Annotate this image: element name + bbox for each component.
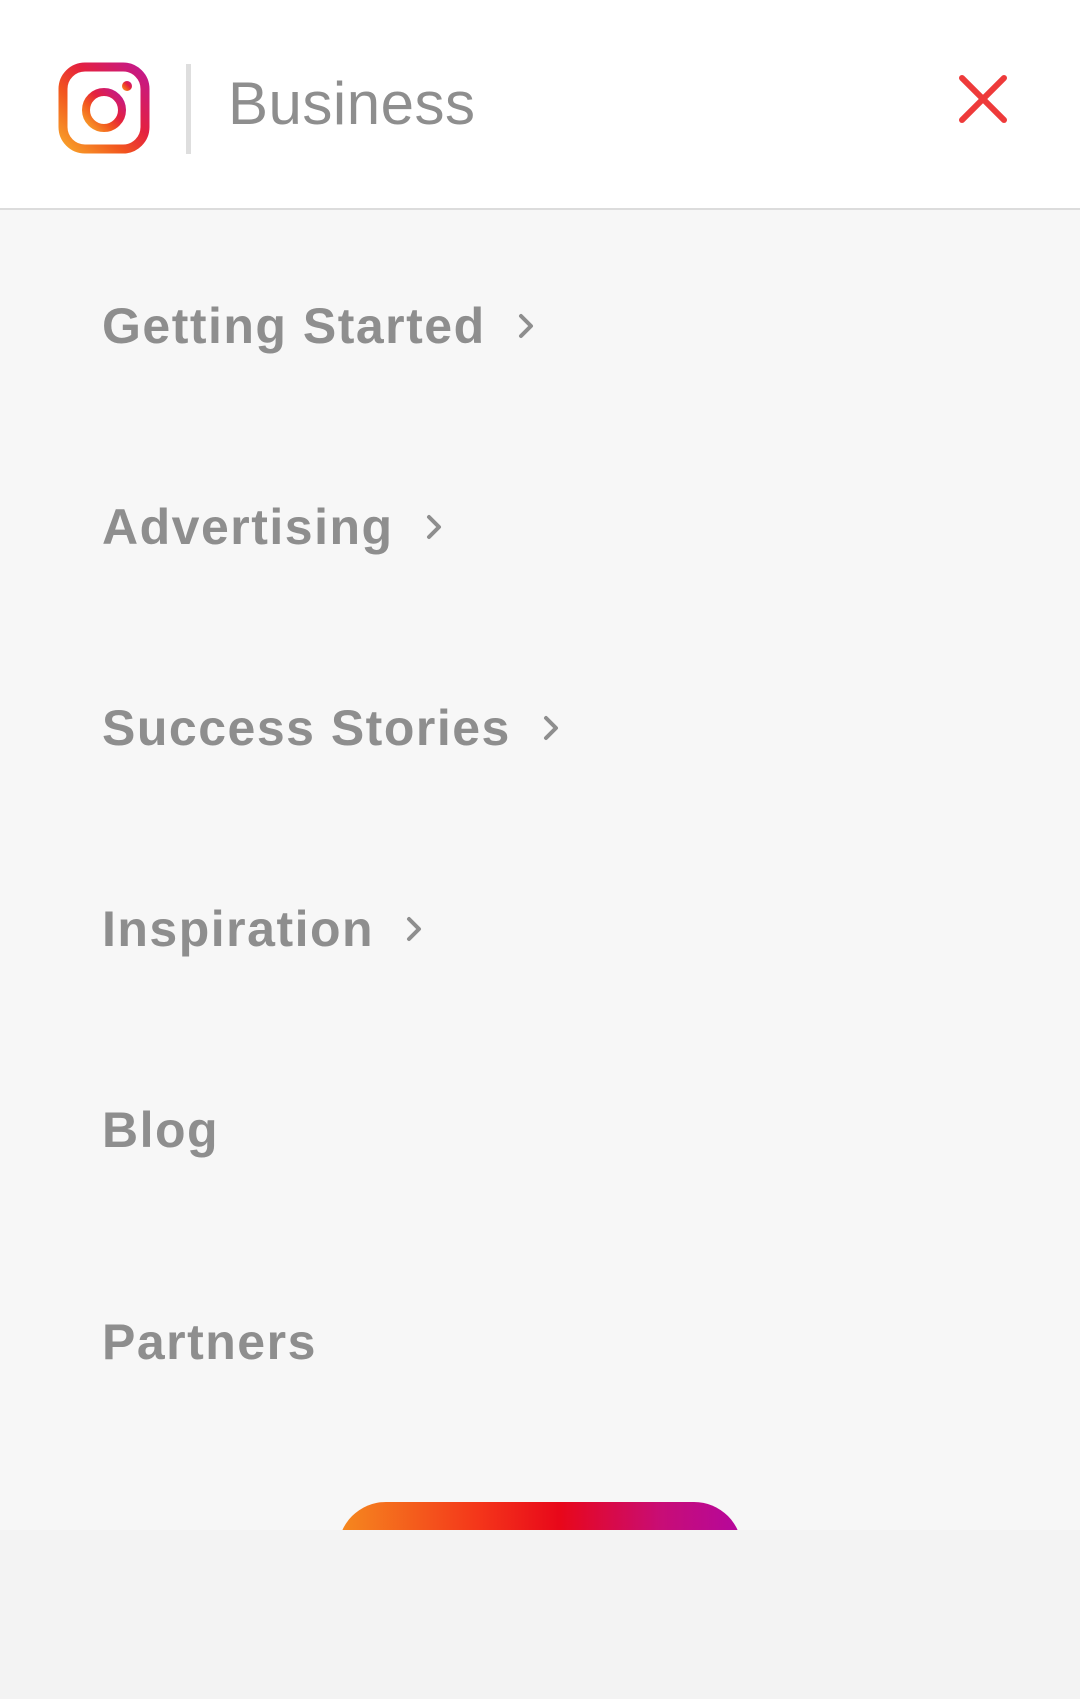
mobile-menu-page: Business Getting Started Advertising Suc… [0,0,1080,1699]
menu-item-getting-started[interactable]: Getting Started [102,286,538,366]
menu-item-partners[interactable]: Partners [102,1302,317,1382]
instagram-logo-icon[interactable] [58,62,150,154]
menu-item-label: Getting Started [102,298,486,354]
chevron-right-icon [543,716,558,740]
header-divider [186,64,191,154]
menu-item-success-stories[interactable]: Success Stories [102,688,563,768]
close-icon[interactable] [950,66,1016,132]
brand-label[interactable]: Business [228,66,475,142]
chevron-right-icon [426,515,441,539]
header-bar: Business [0,0,1080,210]
menu-item-label: Partners [102,1314,317,1370]
menu-item-advertising[interactable]: Advertising [102,487,446,567]
menu-item-label: Inspiration [102,901,375,957]
chevron-right-icon [518,314,533,338]
menu-item-blog[interactable]: Blog [102,1090,219,1170]
menu-item-label: Success Stories [102,700,511,756]
chevron-right-icon [407,917,422,941]
menu-item-label: Advertising [102,499,394,555]
menu-item-label: Blog [102,1102,220,1158]
bottom-bar [0,1530,1080,1699]
menu-item-inspiration[interactable]: Inspiration [102,889,426,969]
